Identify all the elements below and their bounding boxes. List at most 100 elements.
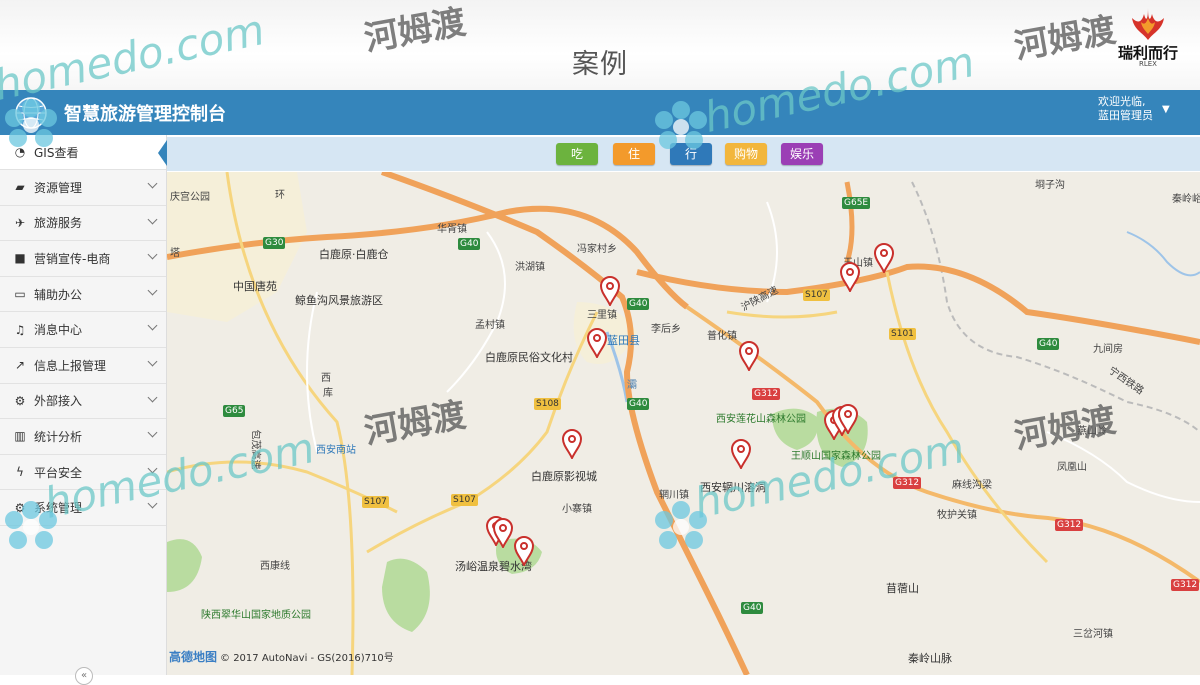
- road-shield: S108: [534, 398, 561, 410]
- app-title: 智慧旅游管理控制台: [64, 104, 226, 125]
- road-shield: S101: [889, 328, 916, 340]
- place-label: 三里镇: [587, 310, 617, 321]
- caret-down-icon[interactable]: ▼: [1162, 104, 1170, 115]
- user-menu[interactable]: 欢迎光临, 蓝田管理员: [1098, 95, 1153, 123]
- road-shield: S107: [803, 289, 830, 301]
- place-label: 西: [321, 373, 331, 384]
- map-marker-icon[interactable]: [586, 328, 608, 358]
- active-indicator: [158, 140, 167, 166]
- place-label: 秦岭峪: [1172, 194, 1200, 205]
- sidebar-item-label: 消息中心: [34, 323, 83, 338]
- map-marker-icon[interactable]: [738, 341, 760, 371]
- bell-icon: ♫: [14, 322, 26, 337]
- map-marker-icon[interactable]: [492, 518, 514, 548]
- road-shield: G65E: [842, 197, 871, 209]
- chevron-down-icon: [147, 249, 158, 260]
- map-marker-icon[interactable]: [730, 439, 752, 469]
- chevron-down-icon: [147, 392, 158, 403]
- map-marker-icon[interactable]: [837, 404, 859, 434]
- place-label: 埛子沟: [1035, 180, 1065, 191]
- chevron-down-icon: [147, 320, 158, 331]
- app-header: 智慧旅游管理控制台 欢迎光临, 蓝田管理员 ▼: [0, 90, 1200, 135]
- place-label: 洪湖镇: [515, 262, 545, 273]
- video-camera-icon: ■: [14, 251, 26, 266]
- bar-chart-icon: ▥: [14, 429, 26, 444]
- sidebar-item-label: 旅游服务: [34, 216, 83, 231]
- sidebar-item-office[interactable]: ▭ 辅助办公: [0, 277, 166, 313]
- place-label: 西安南站: [316, 445, 356, 456]
- place-label: 陕西翠华山国家地质公园: [201, 610, 311, 621]
- sidebar-item-label: 统计分析: [34, 429, 83, 444]
- map-marker-icon[interactable]: [873, 243, 895, 273]
- sidebar-item-label: 资源管理: [34, 180, 83, 195]
- place-label: 西康线: [260, 561, 290, 572]
- sidebar-item-marketing[interactable]: ■ 营销宣传-电商: [0, 241, 166, 277]
- map-marker-icon[interactable]: [513, 536, 535, 566]
- road-shield: G312: [1055, 519, 1084, 531]
- book-icon: ▰: [15, 180, 25, 195]
- place-label: 牧护关镇: [937, 510, 977, 521]
- road-shield: G65: [223, 405, 246, 417]
- watermark-flower-icon: [5, 501, 57, 549]
- road-shield: G312: [1171, 579, 1200, 591]
- chevron-down-icon: [147, 285, 158, 296]
- place-label: 孟村镇: [475, 320, 505, 331]
- place-label: 三岔河镇: [1073, 629, 1113, 640]
- place-label: 苜蓿山: [886, 582, 919, 595]
- place-label: 秦岭山脉: [908, 652, 952, 665]
- sidebar-item-label: 辅助办公: [34, 287, 83, 302]
- watermark-flower-icon: [5, 99, 57, 147]
- watermark-flower-icon: [655, 501, 707, 549]
- copyright-text: © 2017 AutoNavi - GS(2016)710号: [220, 653, 394, 664]
- sidebar-collapse-button[interactable]: «: [75, 667, 93, 685]
- road-shield: G40: [627, 398, 650, 410]
- shopping-button[interactable]: 购物: [725, 143, 767, 165]
- food-button[interactable]: 吃: [556, 143, 598, 165]
- place-label: 普化镇: [707, 331, 737, 342]
- road-shield: G40: [1037, 338, 1060, 350]
- amap-logo: 高德地图: [169, 650, 218, 664]
- gears-icon: ⚙: [14, 393, 26, 408]
- place-label: 冯家村乡: [577, 244, 617, 255]
- place-label: 塔: [170, 248, 180, 259]
- road-shield: S107: [362, 496, 389, 508]
- place-label: 中国唐苑: [233, 280, 277, 293]
- sidebar-item-label: 外部接入: [34, 394, 83, 409]
- map-marker-icon[interactable]: [561, 429, 583, 459]
- sidebar-item-label: 信息上报管理: [34, 358, 107, 373]
- sidebar-item-messages[interactable]: ♫ 消息中心: [0, 312, 166, 348]
- place-label: 白鹿原民俗文化村: [485, 351, 573, 364]
- brand-logo: 瑞利而行 RLEX: [1108, 4, 1188, 84]
- place-label: 灞: [627, 380, 637, 391]
- sidebar-item-resources[interactable]: ▰ 资源管理: [0, 170, 166, 206]
- sidebar: ◔ GIS查看 ▰ 资源管理 ✈ 旅游服务 ■ 营销宣传-电商 ▭ 辅助办公 ♫…: [0, 135, 167, 685]
- road-shield: G40: [627, 298, 650, 310]
- map-marker-icon[interactable]: [599, 276, 621, 306]
- place-label: 蓝田县: [607, 334, 640, 347]
- place-label: 白鹿原·白鹿仓: [319, 248, 389, 261]
- chevron-down-icon: [147, 427, 158, 438]
- user-name: 蓝田管理员: [1098, 109, 1153, 122]
- place-label: 九间房: [1093, 344, 1123, 355]
- place-label: 麻线沟梁: [952, 480, 992, 491]
- sidebar-item-stats[interactable]: ▥ 统计分析: [0, 419, 166, 455]
- place-label: 凤凰山: [1057, 462, 1087, 473]
- road-shield: G30: [263, 237, 286, 249]
- lodging-button[interactable]: 住: [613, 143, 655, 165]
- sidebar-item-reporting[interactable]: ↗ 信息上报管理: [0, 348, 166, 384]
- road-shield: G40: [458, 238, 481, 250]
- welcome-text: 欢迎光临,: [1098, 95, 1146, 108]
- road-shield: S107: [451, 494, 478, 506]
- entertainment-button[interactable]: 娱乐: [781, 143, 823, 165]
- place-label: 小寨镇: [562, 504, 592, 515]
- external-link-icon: ↗: [14, 358, 26, 373]
- laptop-icon: ▭: [14, 287, 26, 302]
- sidebar-item-tourism[interactable]: ✈ 旅游服务: [0, 206, 166, 242]
- place-label: 西安莲花山森林公园: [716, 414, 806, 425]
- place-label: 李后乡: [651, 324, 681, 335]
- bolt-icon: ϟ: [16, 465, 24, 480]
- sidebar-item-external[interactable]: ⚙ 外部接入: [0, 384, 166, 420]
- place-label: 环: [275, 190, 285, 201]
- watermark-flower-icon: [655, 101, 707, 149]
- map-marker-icon[interactable]: [839, 262, 861, 292]
